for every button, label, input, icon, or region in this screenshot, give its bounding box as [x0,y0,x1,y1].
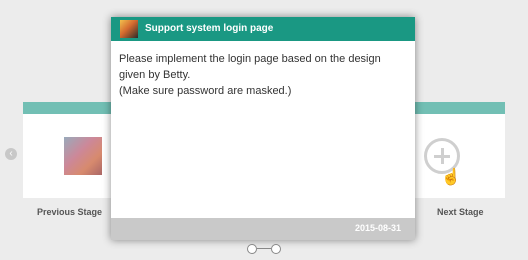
modal-body-line: given by Betty. [119,69,191,81]
chevron-left-icon[interactable]: ‹ [5,148,17,160]
pager-dot[interactable] [247,244,257,254]
pager-dot[interactable] [271,244,281,254]
modal-date: 2015-08-31 [354,223,401,233]
pager-connector [257,248,271,249]
previous-stage-label: Previous Stage [37,207,103,217]
modal-body-line: Please implement the login page based on… [119,53,381,65]
modal-title: Support system login page [145,23,274,34]
task-avatar-icon [120,20,138,38]
modal-footer: 2015-08-31 [111,218,415,240]
task-modal: Support system login page Please impleme… [111,17,415,240]
next-stage-label: Next Stage [437,207,484,217]
modal-body-line: (Make sure password are masked.) [119,85,292,97]
previous-stage-thumbnail [64,137,102,175]
hand-pointer-icon: ☝ [441,169,461,186]
modal-body: Please implement the login page based on… [111,41,415,109]
pager [247,244,281,254]
modal-header: Support system login page [111,17,415,41]
